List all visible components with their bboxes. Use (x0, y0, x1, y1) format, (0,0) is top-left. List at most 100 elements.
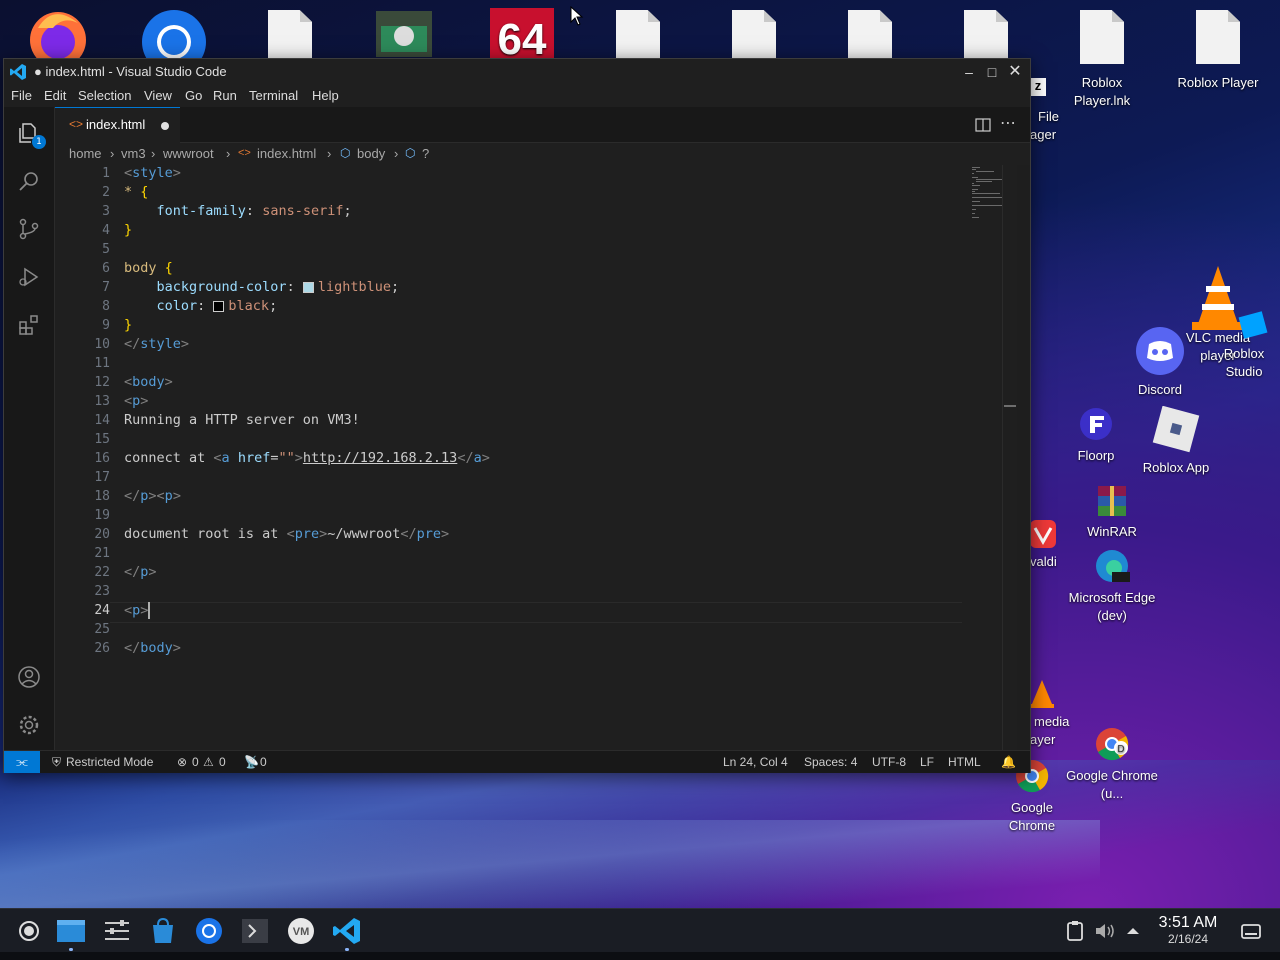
file-icon (964, 10, 1008, 64)
web-file-desktop-icon[interactable] (242, 10, 338, 64)
breadcrumb-body[interactable]: body (357, 146, 385, 161)
edge-dev-desktop-icon[interactable]: Microsoft Edge (dev) (1064, 548, 1160, 625)
menu-bar: File Edit Selection View Go Run Terminal… (4, 85, 1030, 107)
code-line-14: Running a HTTP server on VM3! (124, 412, 360, 428)
wallpaper-streak (0, 820, 1100, 920)
menu-view[interactable]: View (144, 88, 172, 103)
language-mode[interactable]: HTML (948, 755, 981, 769)
maximize-button[interactable]: □ (982, 62, 1002, 82)
app-desktop-icon[interactable] (356, 10, 452, 63)
code-line-13: <p> (124, 393, 149, 409)
line-number: 19 (94, 508, 110, 523)
code-line-8: color: black; (156, 298, 278, 314)
chrome-unstable-desktop-icon[interactable]: D Google Chrome (u... (1064, 726, 1160, 803)
error-count[interactable]: 0 (192, 755, 199, 769)
svg-text:D: D (1117, 744, 1124, 755)
tab-index-html[interactable]: <> index.html (55, 107, 180, 143)
desktop-icon-label: File (1038, 109, 1059, 124)
color-swatch-lightblue[interactable] (302, 281, 314, 293)
run-debug-icon[interactable] (17, 265, 41, 289)
settings-gear-icon[interactable] (17, 713, 41, 737)
split-editor-icon[interactable] (975, 117, 991, 133)
editor-tabs: <> index.html ⋯ (55, 107, 1030, 143)
menu-go[interactable]: Go (185, 88, 202, 103)
more-actions-icon[interactable]: ⋯ (1000, 113, 1016, 132)
line-number: 13 (94, 394, 110, 409)
encoding[interactable]: UTF-8 (872, 755, 906, 769)
notifications-bell-icon[interactable]: 🔔 (1001, 755, 1016, 769)
aida64-desktop-icon[interactable]: 64 (474, 8, 570, 64)
breadcrumb-vm3[interactable]: vm3 (121, 146, 146, 161)
warning-count[interactable]: 0 (219, 755, 226, 769)
line-number: 22 (94, 565, 110, 580)
clipboard-icon[interactable] (1060, 916, 1090, 946)
code-editor[interactable]: 1 2 3 4 5 6 7 8 9 10 11 12 13 14 15 16 17 18 19 20 21 22 23 24 2… (55, 165, 1017, 750)
ports-count[interactable]: 0 (260, 755, 267, 769)
file-manager-icon[interactable] (56, 916, 86, 946)
file-icon (1196, 10, 1240, 64)
breadcrumb-wwwroot[interactable]: wwwroot (163, 146, 214, 161)
unsaved-dot-icon[interactable] (161, 122, 169, 130)
discord-icon (1136, 327, 1184, 375)
file-manager-desktop-icon[interactable]: File ager (1030, 108, 1080, 144)
floorp-icon (1080, 408, 1112, 440)
vertical-scrollbar[interactable] (1002, 165, 1017, 750)
menu-run[interactable]: Run (213, 88, 237, 103)
breadcrumb-separator: › (327, 146, 332, 161)
browser-icon[interactable] (194, 916, 224, 946)
app-store-icon[interactable] (148, 916, 178, 946)
code-link[interactable]: http://192.168.2.13 (303, 450, 457, 466)
error-icon: ⊗ (177, 755, 188, 769)
extensions-icon[interactable] (17, 313, 41, 337)
line-ending[interactable]: LF (920, 755, 934, 769)
breadcrumb-file[interactable]: index.html (257, 146, 316, 161)
line-number: 9 (102, 318, 110, 333)
roblox-player-desktop-icon[interactable]: Roblox Player (1170, 10, 1266, 92)
code-line-9: } (124, 317, 133, 333)
line-number: 15 (94, 432, 110, 447)
active-window-dot (69, 948, 73, 951)
close-button[interactable]: ✕ (1005, 62, 1025, 82)
account-icon[interactable] (17, 665, 41, 689)
menu-selection[interactable]: Selection (78, 88, 131, 103)
menu-terminal[interactable]: Terminal (249, 88, 298, 103)
title-bar[interactable]: ● index.html - Visual Studio Code – □ ✕ (4, 59, 1030, 85)
cursor-position[interactable]: Ln 24, Col 4 (723, 755, 788, 769)
chrome-desktop-icon-top[interactable] (126, 8, 222, 74)
roblox-studio-desktop-icon[interactable]: Roblox Studio (1196, 310, 1280, 381)
source-control-icon[interactable] (17, 217, 41, 241)
color-swatch-black[interactable] (213, 300, 225, 312)
remote-indicator-icon[interactable]: ⫘ (4, 751, 40, 773)
line-number: 10 (94, 337, 110, 352)
line-number: 26 (94, 641, 110, 656)
system-settings-icon[interactable] (102, 916, 132, 946)
breadcrumb-separator: › (151, 146, 156, 161)
system-clock[interactable]: 3:51 AM 2/16/24 (1150, 914, 1226, 947)
chevron-up-icon[interactable] (1118, 916, 1148, 946)
element-icon: ⬡ (340, 146, 351, 160)
menu-edit[interactable]: Edit (44, 88, 66, 103)
desktop-icon-label: ager (1030, 127, 1057, 142)
discord-desktop-icon[interactable]: Discord (1112, 326, 1208, 399)
indentation[interactable]: Spaces: 4 (804, 755, 857, 769)
restricted-mode-status[interactable]: Restricted Mode (66, 755, 153, 769)
code-line-26: </body> (124, 640, 181, 656)
firefox-desktop-icon[interactable] (10, 8, 106, 68)
menu-file[interactable]: File (11, 88, 32, 103)
vscode-icon[interactable] (332, 916, 362, 946)
start-menu-icon[interactable] (14, 916, 44, 946)
volume-icon[interactable] (1090, 916, 1120, 946)
menu-help[interactable]: Help (312, 88, 339, 103)
vmware-icon[interactable]: VM (286, 916, 316, 946)
breadcrumb-unknown[interactable]: ? (422, 146, 429, 161)
roblox-player-lnk-desktop-icon[interactable]: Roblox Player.lnk (1054, 10, 1150, 110)
roblox-app-desktop-icon[interactable]: Roblox App (1128, 405, 1224, 477)
clock-date: 2/16/24 (1167, 932, 1209, 946)
show-desktop-icon[interactable] (1236, 916, 1266, 946)
line-number: 1 (102, 166, 110, 181)
terminal-icon[interactable] (240, 916, 270, 946)
search-icon[interactable] (17, 169, 41, 193)
minimize-button[interactable]: – (959, 62, 979, 82)
vscode-window[interactable]: ● index.html - Visual Studio Code – □ ✕ … (3, 58, 1031, 773)
breadcrumb-home[interactable]: home (69, 146, 102, 161)
